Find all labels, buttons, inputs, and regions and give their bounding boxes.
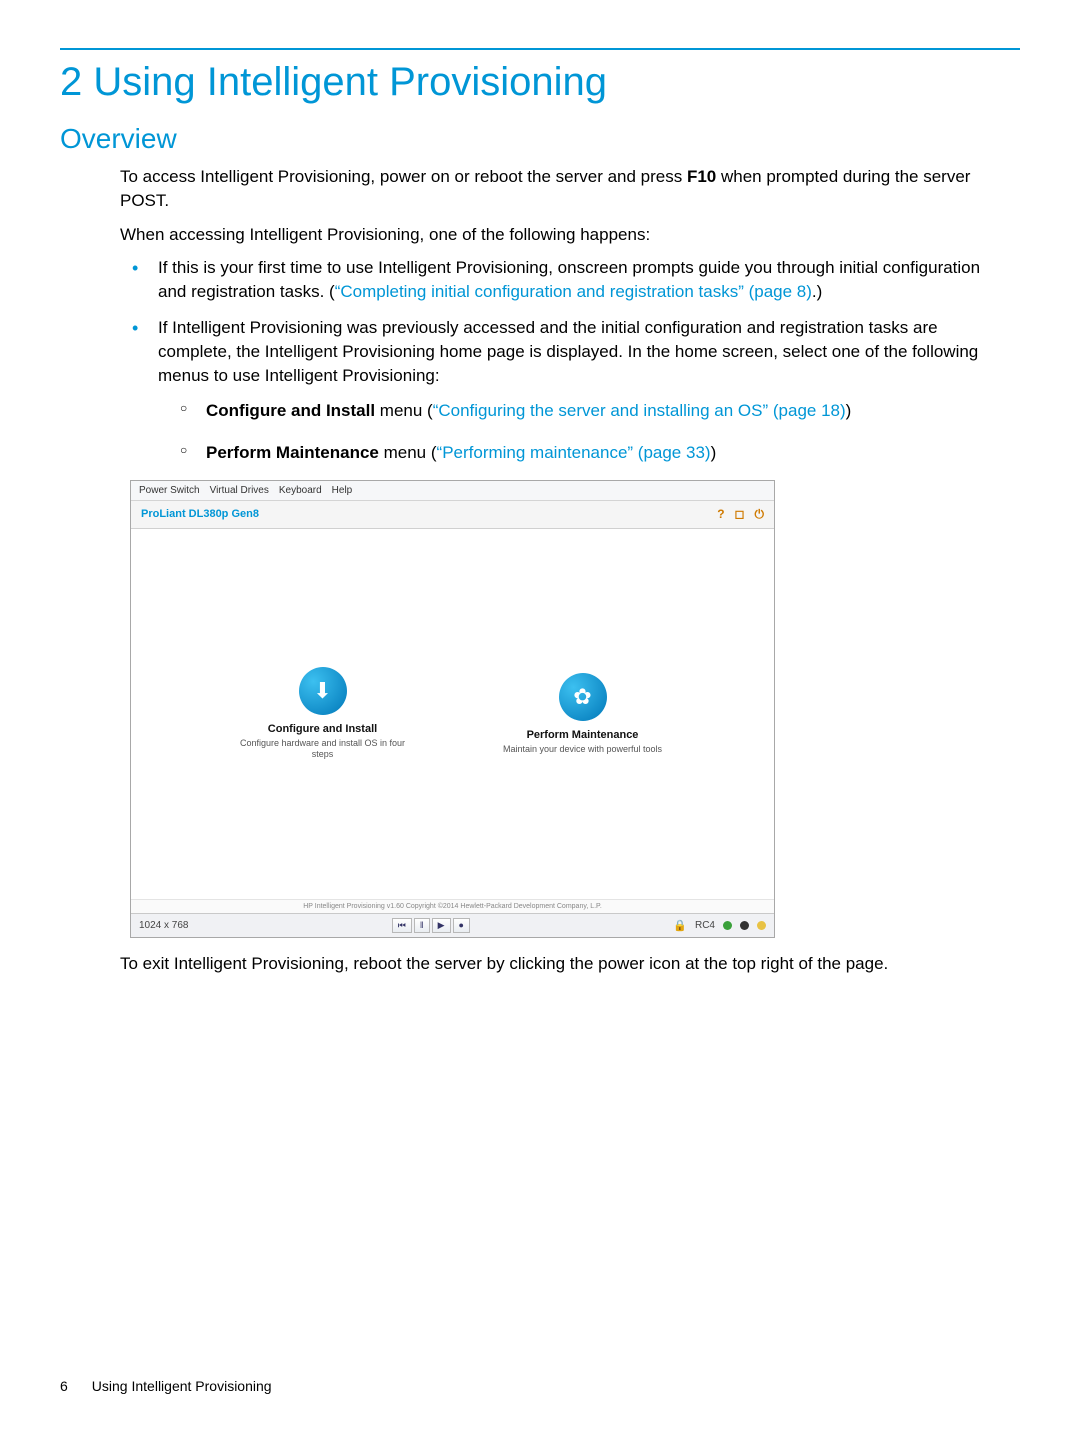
screenshot-home: Power Switch Virtual Drives Keyboard Hel… bbox=[130, 480, 775, 938]
bullet-2-text: If Intelligent Provisioning was previous… bbox=[158, 318, 978, 385]
play-icon[interactable]: ▶ bbox=[432, 918, 451, 933]
status-dot-green-icon bbox=[723, 921, 732, 930]
download-icon: ⬇ bbox=[299, 667, 347, 715]
card-configure-sub: Configure hardware and install OS in fou… bbox=[233, 738, 413, 760]
bullet-2: If Intelligent Provisioning was previous… bbox=[120, 316, 1010, 466]
page-number: 6 bbox=[60, 1378, 68, 1394]
sub-bullet-configure-mid: menu ( bbox=[375, 401, 433, 420]
record-icon[interactable]: ● bbox=[453, 918, 470, 933]
sub-bullet-maintenance: Perform Maintenance menu (“Performing ma… bbox=[158, 439, 1010, 466]
exit-text: To exit Intelligent Provisioning, reboot… bbox=[120, 952, 1010, 976]
sub-bullet-configure-post: ) bbox=[846, 401, 852, 420]
key-f10: F10 bbox=[687, 167, 716, 186]
pause-icon[interactable]: ‖ bbox=[414, 918, 430, 933]
page-footer: 6 Using Intelligent Provisioning bbox=[60, 1378, 272, 1394]
sub-bullets-list: Configure and Install menu (“Configuring… bbox=[158, 397, 1010, 465]
menu-keyboard[interactable]: Keyboard bbox=[279, 485, 322, 496]
menu-virtual-drives[interactable]: Virtual Drives bbox=[210, 485, 269, 496]
sub-bullet-maintenance-mid: menu ( bbox=[379, 443, 437, 462]
ss-menubar: Power Switch Virtual Drives Keyboard Hel… bbox=[131, 481, 774, 501]
status-encryption: RC4 bbox=[695, 920, 715, 931]
ss-title-icons: ? ◻ ⏻ bbox=[717, 507, 764, 522]
bullet-1: If this is your first time to use Intell… bbox=[120, 256, 1010, 304]
card-maintenance-title: Perform Maintenance bbox=[493, 729, 673, 741]
card-configure-install[interactable]: ⬇ Configure and Install Configure hardwa… bbox=[233, 667, 413, 760]
power-icon[interactable]: ⏻ bbox=[755, 507, 765, 522]
rewind-icon[interactable]: ⏮ bbox=[392, 918, 412, 933]
menu-power-switch[interactable]: Power Switch bbox=[139, 485, 200, 496]
sub-bullet-configure: Configure and Install menu (“Configuring… bbox=[158, 397, 1010, 424]
sub-bullet-maintenance-post: ) bbox=[711, 443, 717, 462]
xref-configure-os[interactable]: “Configuring the server and installing a… bbox=[433, 401, 846, 420]
intro-p1-pre: To access Intelligent Provisioning, powe… bbox=[120, 167, 687, 186]
intro-p2: When accessing Intelligent Provisioning,… bbox=[120, 223, 1010, 247]
xref-initial-config[interactable]: “Completing initial configuration and re… bbox=[335, 282, 812, 301]
section-title-overview: Overview bbox=[60, 123, 1020, 155]
help-icon[interactable]: ? bbox=[717, 507, 724, 522]
ss-stage: ⬇ Configure and Install Configure hardwa… bbox=[131, 529, 774, 899]
intro-p1: To access Intelligent Provisioning, powe… bbox=[120, 165, 1010, 213]
status-playback-controls: ⏮ ‖ ▶ ● bbox=[392, 918, 470, 933]
running-header: Using Intelligent Provisioning bbox=[92, 1378, 272, 1394]
sub-bullet-configure-bold: Configure and Install bbox=[206, 401, 375, 420]
gear-icon: ✿ bbox=[559, 673, 607, 721]
sub-bullet-maintenance-bold: Perform Maintenance bbox=[206, 443, 379, 462]
xref-perform-maintenance[interactable]: “Performing maintenance” (page 33) bbox=[437, 443, 711, 462]
home-icon[interactable]: ◻ bbox=[735, 507, 745, 522]
ss-product-name: ProLiant DL380p Gen8 bbox=[141, 508, 259, 520]
status-dot-dark-icon bbox=[740, 921, 749, 930]
menu-help[interactable]: Help bbox=[332, 485, 353, 496]
status-dot-yellow-icon bbox=[757, 921, 766, 930]
lock-icon: 🔒 bbox=[673, 919, 687, 932]
bullet-1-post: .) bbox=[812, 282, 822, 301]
ss-statusbar: 1024 x 768 ⏮ ‖ ▶ ● 🔒 RC4 bbox=[131, 913, 774, 937]
ss-copyright: HP Intelligent Provisioning v1.60 Copyri… bbox=[131, 899, 774, 913]
status-right: 🔒 RC4 bbox=[673, 919, 766, 932]
top-rule bbox=[60, 48, 1020, 50]
card-perform-maintenance[interactable]: ✿ Perform Maintenance Maintain your devi… bbox=[493, 673, 673, 755]
card-maintenance-sub: Maintain your device with powerful tools bbox=[493, 744, 673, 755]
ss-titlebar: ProLiant DL380p Gen8 ? ◻ ⏻ bbox=[131, 501, 774, 529]
chapter-title: 2 Using Intelligent Provisioning bbox=[60, 60, 1020, 105]
status-resolution: 1024 x 768 bbox=[139, 920, 189, 931]
bullets-list: If this is your first time to use Intell… bbox=[120, 256, 1010, 465]
card-configure-title: Configure and Install bbox=[233, 723, 413, 735]
